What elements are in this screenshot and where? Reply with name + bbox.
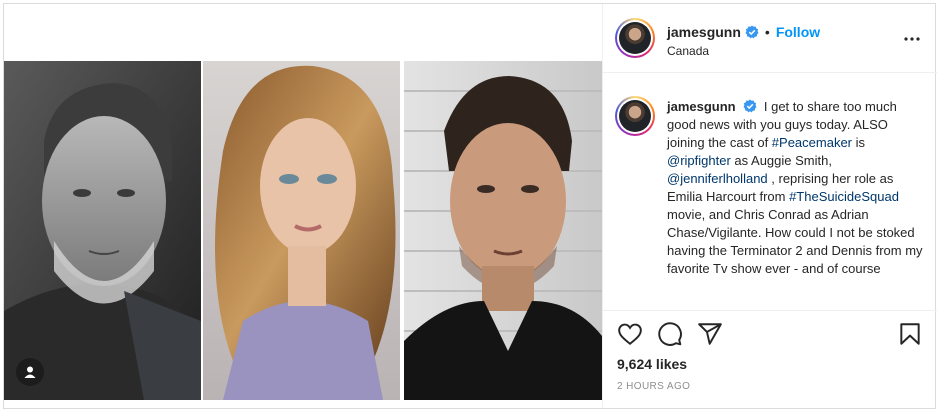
heart-icon[interactable] [617, 321, 643, 347]
avatar[interactable] [615, 18, 655, 58]
post-actions: 9,624 likes 2 HOURS AGO [603, 310, 937, 408]
caption-section: jamesgunn I get to share too much good n… [603, 74, 937, 310]
caption-segment: movie, and Chris Conrad as Adrian Chase/… [667, 207, 923, 276]
hashtag-peacemaker-link[interactable]: #Peacemaker [772, 135, 852, 150]
mention-jenniferlholland-link[interactable]: @jenniferlholland [667, 171, 768, 186]
separator-dot: • [764, 24, 770, 40]
post-side-panel: jamesgunn • Follow Canada jamesgunn I ge… [602, 4, 937, 408]
mention-ripfighter-link[interactable]: @ripfighter [667, 153, 731, 168]
user-tag-button[interactable] [16, 358, 44, 386]
like-count[interactable]: 9,624 likes [617, 356, 687, 372]
verified-badge-icon [743, 99, 757, 113]
more-options-icon[interactable] [903, 30, 921, 48]
photo-man-black-tshirt [404, 61, 602, 400]
hashtag-thesuicidesquad-link[interactable]: #TheSuicideSquad [789, 189, 899, 204]
user-tag-icon [24, 366, 36, 378]
bookmark-icon[interactable] [897, 321, 923, 347]
post-media[interactable] [4, 4, 602, 408]
caption-segment: is [852, 135, 866, 150]
header-username[interactable]: jamesgunn [667, 24, 741, 40]
post-timestamp[interactable]: 2 HOURS AGO [617, 381, 690, 392]
caption-segment: as Auggie Smith, [730, 153, 832, 168]
caption-avatar[interactable] [615, 96, 655, 136]
caption-text: jamesgunn I get to share too much good n… [667, 98, 927, 278]
caption-username[interactable]: jamesgunn [667, 99, 736, 114]
share-icon[interactable] [697, 321, 723, 347]
follow-button[interactable]: Follow [776, 24, 820, 40]
comment-icon[interactable] [657, 321, 683, 347]
header-user-row: jamesgunn • Follow [667, 24, 820, 40]
instagram-post-window: jamesgunn • Follow Canada jamesgunn I ge… [0, 0, 939, 412]
photo-blonde-woman [203, 61, 400, 400]
post-header: jamesgunn • Follow Canada [603, 4, 937, 73]
post-location[interactable]: Canada [667, 44, 709, 58]
verified-badge-icon [745, 25, 759, 39]
photo-older-man [4, 61, 201, 400]
